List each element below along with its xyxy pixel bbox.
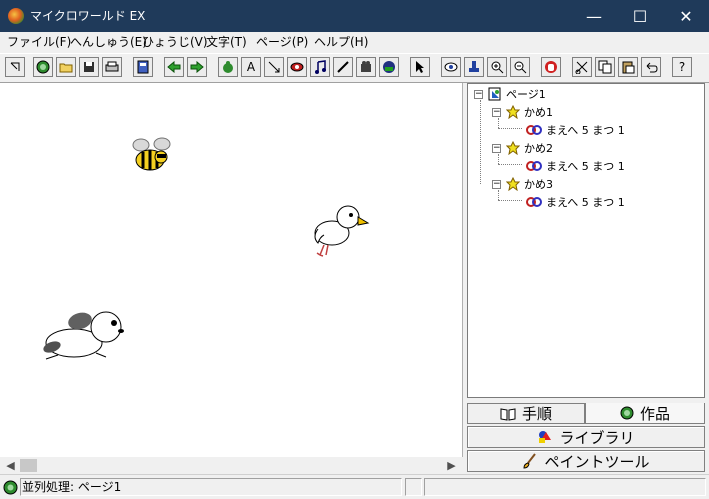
drawing-canvas[interactable] <box>0 83 463 457</box>
tree-turtle-label: かめ1 <box>524 106 553 119</box>
paintbrush-icon <box>523 453 537 469</box>
tab-procedures-label: 手順 <box>521 405 552 423</box>
library-shapes-icon <box>539 431 552 443</box>
tree-item-instruction-3[interactable]: まえへ 5 まつ 1 <box>526 194 625 210</box>
slider-tool-icon[interactable] <box>264 57 284 77</box>
menu-bar: ファイル(F) へんしゅう(E) ひょうじ(V) 文字(T) ページ(P) ヘル… <box>0 32 709 52</box>
tree-turtle-label: かめ2 <box>524 142 553 155</box>
tree-connector <box>498 164 522 165</box>
menu-page[interactable]: ページ(P) <box>256 34 308 50</box>
stamp-icon[interactable] <box>464 57 484 77</box>
print-icon[interactable] <box>102 57 122 77</box>
menu-edit[interactable]: へんしゅう(E) <box>70 34 147 50</box>
zoom-in-icon[interactable] <box>487 57 507 77</box>
toolbar: A ? <box>0 53 709 83</box>
zoom-out-icon[interactable] <box>510 57 530 77</box>
project-tree[interactable]: − ページ1 − かめ1 まえへ 5 まつ 1 − かめ2 まえへ 5 まつ 1… <box>467 83 705 398</box>
eye-icon[interactable] <box>441 57 461 77</box>
status-cell-small <box>405 478 422 496</box>
stop-hand-icon[interactable] <box>541 57 561 77</box>
library-button[interactable]: ライブラリ <box>467 426 705 448</box>
tab-works[interactable]: 作品 <box>585 403 705 424</box>
tree-item-instruction-1[interactable]: まえへ 5 まつ 1 <box>526 122 625 138</box>
video-icon[interactable] <box>356 57 376 77</box>
collapse-icon[interactable]: − <box>492 179 501 189</box>
dog-turtle[interactable] <box>36 307 128 365</box>
save-disk-icon[interactable] <box>79 57 99 77</box>
collapse-icon[interactable]: − <box>492 107 501 117</box>
undo-icon[interactable] <box>641 57 661 77</box>
menu-help[interactable]: ヘルプ(H) <box>314 34 368 50</box>
next-page-icon[interactable] <box>187 57 207 77</box>
library-button-label: ライブラリ <box>559 428 635 447</box>
tab-procedures[interactable]: 手順 <box>467 403 585 424</box>
turtle-icon <box>506 141 520 155</box>
scroll-right-icon[interactable]: ▶ <box>443 457 460 474</box>
tab-works-label: 作品 <box>639 404 670 423</box>
new-turtle-icon[interactable] <box>218 57 238 77</box>
menu-view[interactable]: ひょうじ(V) <box>142 34 208 50</box>
text-box-icon[interactable]: A <box>241 57 261 77</box>
window-title: マイクロワールド EX <box>30 9 146 23</box>
music-icon[interactable] <box>310 57 330 77</box>
cut-scissors-icon[interactable] <box>572 57 592 77</box>
paste-icon[interactable] <box>618 57 638 77</box>
status-cell-right <box>424 478 706 496</box>
close-button[interactable]: ✕ <box>663 0 709 32</box>
works-globe-icon <box>620 406 634 420</box>
tree-turtle-label: かめ3 <box>524 178 553 191</box>
bee-turtle[interactable] <box>130 136 176 176</box>
paint-tool-button-label: ペイントツール <box>544 452 650 471</box>
app-logo-icon <box>8 8 24 24</box>
new-project-icon[interactable] <box>33 57 53 77</box>
tree-item-turtle-1[interactable]: − かめ1 <box>492 104 553 120</box>
duck-turtle[interactable] <box>310 201 372 261</box>
instruction-loop-icon <box>526 197 542 207</box>
copy-icon[interactable] <box>595 57 615 77</box>
status-bar: 並列処理: ページ1 <box>0 474 709 499</box>
help-icon[interactable]: ? <box>672 57 692 77</box>
turtle-icon <box>506 177 520 191</box>
pointer-tool-icon[interactable] <box>410 57 430 77</box>
turtle-icon <box>506 105 520 119</box>
previous-page-icon[interactable] <box>164 57 184 77</box>
scroll-left-icon[interactable]: ◀ <box>2 457 19 474</box>
status-globe-icon <box>3 480 18 495</box>
tree-item-turtle-3[interactable]: − かめ3 <box>492 176 553 192</box>
paint-tool-button[interactable]: ペイントツール <box>467 450 705 472</box>
tree-instruction-label: まえへ 5 まつ 1 <box>546 196 625 209</box>
tree-item-instruction-2[interactable]: まえへ 5 まつ 1 <box>526 158 625 174</box>
canvas-horizontal-scrollbar[interactable]: ◀ ▶ <box>0 457 462 474</box>
scroll-thumb[interactable] <box>20 459 37 472</box>
page-layout-icon[interactable] <box>133 57 153 77</box>
instruction-loop-icon <box>526 125 542 135</box>
cursor-corner-icon[interactable] <box>5 57 25 77</box>
record-icon[interactable] <box>379 57 399 77</box>
open-folder-icon[interactable] <box>56 57 76 77</box>
tree-connector <box>498 200 522 201</box>
tree-instruction-label: まえへ 5 まつ 1 <box>546 124 625 137</box>
page-icon <box>488 87 501 101</box>
tree-item-page[interactable]: − ページ1 <box>474 86 546 102</box>
maximize-button[interactable]: ☐ <box>617 0 663 32</box>
book-icon <box>500 407 516 421</box>
minimize-button[interactable]: — <box>571 0 617 32</box>
tree-item-turtle-2[interactable]: − かめ2 <box>492 140 553 156</box>
menu-file[interactable]: ファイル(F) <box>7 34 71 50</box>
tree-connector <box>480 100 481 184</box>
status-text: 並列処理: ページ1 <box>22 480 122 494</box>
collapse-icon[interactable]: − <box>474 89 483 99</box>
tree-page-label: ページ1 <box>506 88 546 101</box>
tree-instruction-label: まえへ 5 まつ 1 <box>546 160 625 173</box>
collapse-icon[interactable]: − <box>492 143 501 153</box>
tree-connector <box>498 128 522 129</box>
menu-text[interactable]: 文字(T) <box>206 34 247 50</box>
title-bar: マイクロワールド EX — ☐ ✕ <box>0 0 709 32</box>
instruction-loop-icon <box>526 161 542 171</box>
melody-icon[interactable] <box>333 57 353 77</box>
button-tool-icon[interactable] <box>287 57 307 77</box>
